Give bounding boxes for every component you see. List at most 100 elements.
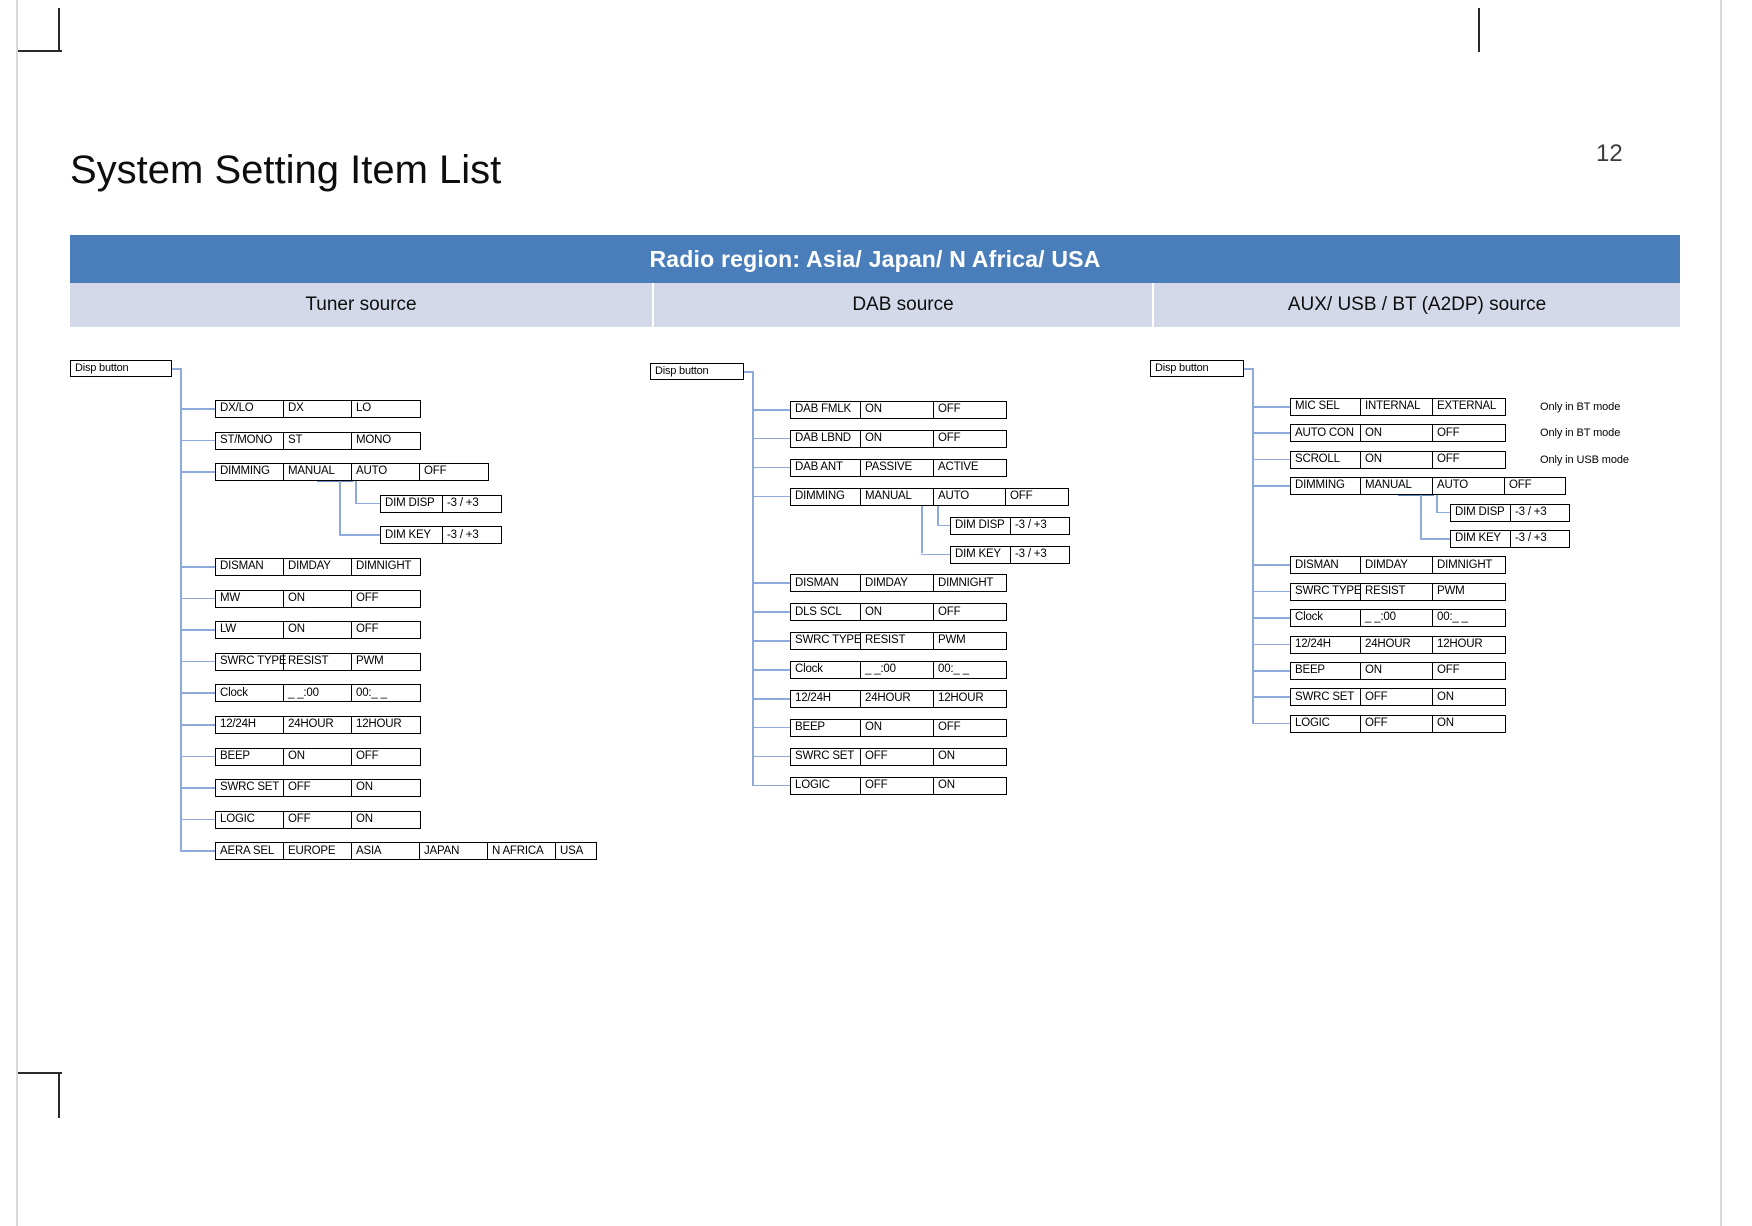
connector-branch-horizontal [1252,670,1292,672]
radio-region-banner: Radio region: Asia/ Japan/ N Africa/ USA [70,235,1680,283]
connector-branch-horizontal [1252,485,1292,487]
page-number: 12 [1596,140,1623,167]
node-cell: Disp button [1155,362,1209,374]
node-cell: 24HOUR [284,717,352,733]
node-cell: DIMMING [791,488,861,505]
node-cell: JAPAN [420,843,488,860]
node-clock: Clock _ _:00 00:_ _ [790,661,1007,680]
connector-branch-horizontal [752,437,792,440]
node-cell: DLS SCL [791,604,861,621]
node-cell: DIMNIGHT [938,576,994,589]
node-cell: LOGIC [1291,715,1361,732]
node-clock: Clock _ _:00 00:_ _ [215,684,421,703]
page-title: System Setting Item List [70,148,502,192]
connector-spine-vertical [1252,368,1254,723]
node-cell: ON [861,430,934,447]
connector-branch-horizontal [1252,432,1292,434]
node-cell: -3 / +3 [1515,532,1547,545]
node-cell: ON [1361,425,1433,442]
connector-branch-horizontal [180,850,217,852]
crop-mark-top-left-horizontal [18,50,62,52]
node-scroll: SCROLL ON OFF [1290,450,1506,469]
node-cell: OFF [356,749,379,762]
source-column-dab: DAB source [654,283,1154,327]
connector-branch-horizontal [180,597,217,600]
node-cell: ST/MONO [216,432,284,449]
node-cell: LO [356,402,371,415]
node-12-24h: 12/24H 24HOUR 12HOUR [215,716,421,734]
node-cell: -3 / +3 [447,528,479,541]
crop-mark-top-right-vertical [1478,8,1480,52]
node-cell: DX [284,401,352,417]
node-cell: PWM [1437,585,1465,598]
node-cell: BEEP [1291,663,1361,679]
connector-branch-horizontal [180,755,217,758]
node-cell: SWRC TYPE [216,653,287,670]
node-root-disp-button: Disp button [70,360,172,377]
node-cell: OFF [284,780,352,797]
node-cell: OFF [356,591,379,604]
node-swrc-type: SWRC TYPE RESIST PWM [790,632,1007,651]
node-auto-con: AUTO CON ON OFF [1290,424,1506,443]
node-cell: AUTO [934,488,1006,505]
node-dab-ant: DAB ANT PASSIVE ACTIVE [790,458,1007,477]
node-swrc-set: SWRC SET OFF ON [215,779,421,798]
node-cell: OFF [861,777,934,794]
connector-dim-key-horizontal [1420,538,1452,540]
node-cell: 12HOUR [1437,637,1483,650]
node-cell: INTERNAL [1361,399,1433,415]
node-cell: _ _:00 [1361,610,1433,627]
node-swrc-set: SWRC SET OFF ON [1290,688,1506,707]
node-cell: DAB ANT [791,459,861,476]
node-cell: OFF [861,748,934,765]
node-mw: MW ON OFF [215,589,421,608]
node-cell: RESIST [861,633,934,650]
node-cell: AUTO [352,464,420,481]
node-swrc-type: SWRC TYPE RESIST PWM [215,652,421,671]
node-swrc-set: SWRC SET OFF ON [790,747,1007,766]
node-beep: BEEP ON OFF [215,747,421,766]
connector-branch-horizontal [752,640,792,642]
node-disman: DISMAN DIMDAY DIMNIGHT [790,574,1007,593]
node-beep: BEEP ON OFF [790,718,1007,737]
connector-branch-horizontal [752,784,792,787]
node-beep: BEEP ON OFF [1290,662,1506,680]
node-cell: OFF [1437,453,1460,466]
connector-branch-horizontal [752,582,792,584]
node-cell: OFF [1010,489,1033,502]
connector-spine-vertical [180,368,182,851]
node-cell: ST [284,432,352,449]
node-dim-disp: DIM DISP -3 / +3 [1450,503,1570,522]
node-12-24h: 12/24H 24HOUR 12HOUR [790,690,1007,708]
node-cell: ON [1437,690,1454,703]
node-cell: MIC SEL [1291,399,1361,415]
node-cell: ON [284,748,352,765]
source-table-header: Radio region: Asia/ Japan/ N Africa/ USA… [70,235,1680,327]
node-cell: 12/24H [1291,636,1361,653]
source-columns-row: Tuner source DAB source AUX/ USB / BT (A… [70,283,1680,327]
node-cell: ASIA [352,843,420,860]
connector-branch-horizontal [180,692,217,694]
connector-branch-horizontal [752,755,792,758]
node-cell: SWRC TYPE [1291,583,1362,600]
mode-note: Only in BT mode [1540,401,1621,413]
connector-branch-horizontal [180,787,217,789]
node-cell: DIMDAY [284,559,352,575]
node-cell: AERA SEL [216,843,284,860]
node-cell: AUTO [1433,478,1505,495]
node-cell: DIM DISP [951,517,1011,534]
node-cell: ON [284,590,352,607]
node-cell: DISMAN [1291,557,1361,574]
connector-branch-horizontal [1252,590,1292,593]
node-cell: RESIST [1361,583,1433,600]
connector-dim-disp-vertical [1436,494,1438,512]
node-cell: DIMMING [1291,478,1361,495]
connector-branch-horizontal [752,726,792,729]
node-cell: ACTIVE [938,461,979,474]
node-mic-sel: MIC SEL INTERNAL EXTERNAL [1290,398,1506,416]
connector-branch-horizontal [180,660,217,663]
connector-branch-horizontal [752,495,792,498]
node-clock: Clock _ _:00 00:_ _ [1290,609,1506,628]
node-logic: LOGIC OFF ON [1290,714,1506,733]
node-dim-key: DIM KEY -3 / +3 [380,526,502,545]
